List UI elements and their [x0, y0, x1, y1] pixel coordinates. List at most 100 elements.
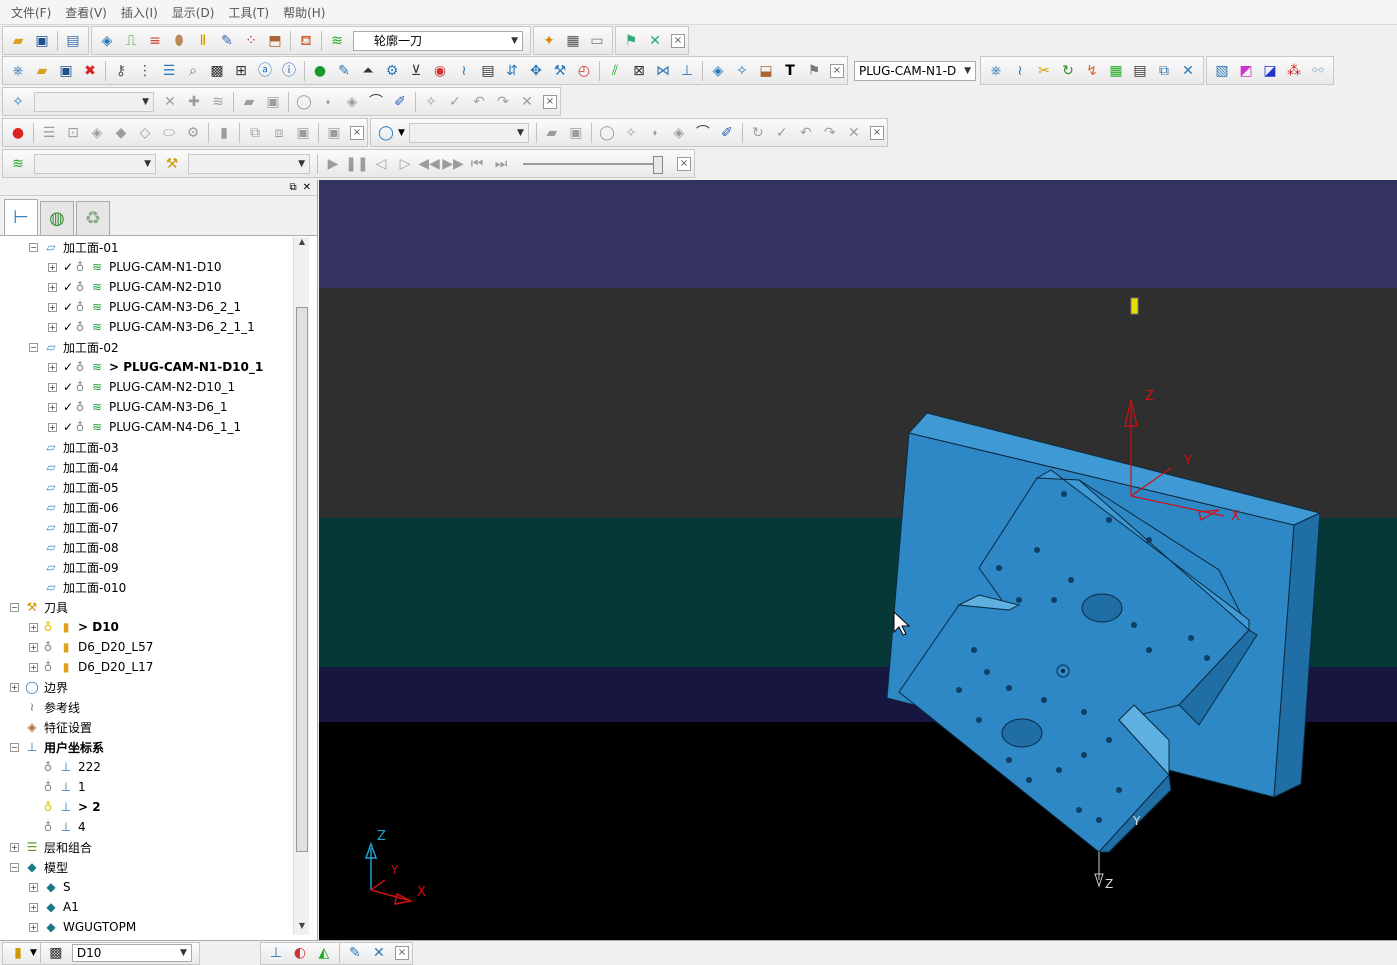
scroll-up-icon[interactable]: ▲: [294, 237, 310, 251]
lightbulb-icon[interactable]: ♁: [75, 259, 85, 275]
leads-links-icon[interactable]: Ⅱ: [192, 30, 214, 52]
tree-scrollbar[interactable]: ▲ ▼: [293, 237, 309, 935]
tree-item[interactable]: + ♁ ▮ > D10: [0, 617, 292, 637]
lightbulb-icon[interactable]: ♁: [75, 319, 85, 335]
tree-item[interactable]: − ▱ 加工面-01: [0, 237, 292, 257]
collapse-icon[interactable]: −: [10, 602, 19, 612]
gear-icon[interactable]: ⚙: [381, 60, 403, 82]
expand-icon[interactable]: +: [48, 402, 57, 412]
tree-item[interactable]: + ◆ WGUGTOPM: [0, 917, 292, 937]
step-forward-icon[interactable]: ▷: [394, 153, 416, 175]
star-icon[interactable]: ✧: [731, 60, 753, 82]
paste-icon[interactable]: ⧈: [268, 122, 290, 144]
expand-icon[interactable]: +: [48, 282, 57, 292]
menu-display[interactable]: 显示(D): [165, 4, 222, 21]
expand-icon[interactable]: +: [29, 922, 38, 932]
save-icon[interactable]: ▣: [565, 122, 587, 144]
shape-icon[interactable]: ◆: [110, 122, 132, 144]
tool-database-icon[interactable]: ⬮: [168, 30, 190, 52]
toolpath-settings-icon[interactable]: ⎈: [7, 60, 29, 82]
lightbulb-icon[interactable]: ♁: [75, 419, 85, 435]
sheet-icon[interactable]: ▤: [1129, 60, 1151, 82]
tree-item[interactable]: ◈ 特征设置: [0, 717, 292, 737]
chain-icon[interactable]: ⚯: [1307, 60, 1329, 82]
expand-icon[interactable]: +: [29, 882, 38, 892]
box-icon[interactable]: ◈: [668, 122, 690, 144]
blocks-icon[interactable]: ◈: [86, 122, 108, 144]
tree-item[interactable]: + ♁ ▮ D6_D20_L17: [0, 657, 292, 677]
open-icon[interactable]: ▰: [541, 122, 563, 144]
curves-icon[interactable]: ≀: [453, 60, 475, 82]
print-icon[interactable]: ▤: [62, 30, 84, 52]
checkmark-icon[interactable]: ✓: [61, 300, 75, 314]
boundary-move-icon[interactable]: ✚: [183, 91, 205, 113]
clip-icon[interactable]: ✂: [1033, 60, 1055, 82]
graphics-viewport[interactable]: Z Y X Y Z Z Y X: [319, 180, 1397, 940]
layers-icon[interactable]: ☰: [38, 122, 60, 144]
strategy-combo[interactable]: 轮廓一刀 ▼: [353, 30, 523, 51]
shaded-tool-icon[interactable]: ◐: [289, 942, 311, 964]
close-toolbar-button[interactable]: ×: [543, 94, 557, 109]
menu-file[interactable]: 文件(F): [4, 4, 58, 21]
tree-item[interactable]: ♁ ⊥ 4: [0, 817, 292, 837]
bar-icon[interactable]: ▮: [213, 122, 235, 144]
undo-icon[interactable]: ↶: [468, 91, 490, 113]
image-icon[interactable]: ▣: [323, 122, 345, 144]
tree-item[interactable]: + ☰ 层和组合: [0, 837, 292, 857]
mesh-icon[interactable]: ⊠: [628, 60, 650, 82]
tree-item[interactable]: ▱ 加工面-05: [0, 477, 292, 497]
expand-icon[interactable]: +: [48, 322, 57, 332]
boundary-icon[interactable]: ✧: [7, 91, 29, 113]
tree-item[interactable]: + ✓ ♁ ≋ PLUG-CAM-N1-D10: [0, 257, 292, 277]
simulation-speed-slider[interactable]: [523, 154, 663, 174]
record-icon[interactable]: ●: [7, 122, 29, 144]
close-toolbar-button[interactable]: ×: [869, 125, 884, 140]
tree-item[interactable]: + ✓ ♁ ≋ PLUG-CAM-N2-D10: [0, 277, 292, 297]
report-icon[interactable]: ▤: [477, 60, 499, 82]
tree-item[interactable]: ≀ 参考线: [0, 697, 292, 717]
checkmark-icon[interactable]: ✓: [61, 400, 75, 414]
block-icon[interactable]: ◈: [96, 30, 118, 52]
end-point-icon[interactable]: ⁘: [240, 30, 262, 52]
tree-item[interactable]: ▱ 加工面-08: [0, 537, 292, 557]
lightbulb-icon[interactable]: ♁: [42, 779, 54, 795]
expand-icon[interactable]: +: [10, 842, 19, 852]
nodes-icon[interactable]: ⁂: [1283, 60, 1305, 82]
boundary-curve-icon[interactable]: ≋: [207, 91, 229, 113]
tab-globe[interactable]: ◍: [40, 201, 74, 235]
tree-item[interactable]: − ▱ 加工面-02: [0, 337, 292, 357]
checkmark-icon[interactable]: ✓: [61, 380, 75, 394]
fast-forward-icon[interactable]: ▶▶: [442, 153, 464, 175]
open-folder-icon[interactable]: ▰: [7, 30, 29, 52]
tree-item[interactable]: ▱ 加工面-04: [0, 457, 292, 477]
info-icon[interactable]: ⓘ: [278, 60, 300, 82]
tilt-icon[interactable]: ⬪: [644, 122, 666, 144]
lightbulb-icon[interactable]: ♁: [42, 619, 54, 635]
shape-icon[interactable]: ◯: [293, 91, 315, 113]
start-point-icon[interactable]: ✎: [216, 30, 238, 52]
rewind-icon[interactable]: ◀◀: [418, 153, 440, 175]
check-icon[interactable]: ✓: [771, 122, 793, 144]
checkmark-icon[interactable]: ✓: [61, 280, 75, 294]
boundary-open-icon[interactable]: ▰: [238, 91, 260, 113]
expand-icon[interactable]: +: [48, 302, 57, 312]
expand-icon[interactable]: +: [48, 382, 57, 392]
ruler-icon[interactable]: ▭: [586, 30, 608, 52]
list-icon[interactable]: ⋮: [134, 60, 156, 82]
menu-tools[interactable]: 工具(T): [221, 4, 276, 21]
tree-item[interactable]: + ✓ ♁ ≋ > PLUG-CAM-N1-D10_1: [0, 357, 292, 377]
tree-item[interactable]: + ✓ ♁ ≋ PLUG-CAM-N3-D6_2_1_1: [0, 317, 292, 337]
curve-edit-icon[interactable]: ⌒: [365, 91, 387, 113]
boundary-combo[interactable]: ▼: [34, 91, 154, 112]
tree-item[interactable]: + ✓ ♁ ≋ PLUG-CAM-N3-D6_1: [0, 397, 292, 417]
tilt-icon[interactable]: ⬪: [317, 91, 339, 113]
tab-tree[interactable]: ⊢: [4, 199, 38, 235]
copy-icon[interactable]: ⧉: [244, 122, 266, 144]
pattern-combo[interactable]: ▼: [408, 122, 529, 143]
lightbulb-icon[interactable]: ♁: [42, 639, 54, 655]
close-toolbar-button[interactable]: ×: [671, 33, 685, 48]
checkmark-icon[interactable]: ✓: [61, 360, 75, 374]
tree-item[interactable]: ▱ 加工面-03: [0, 437, 292, 457]
expand-icon[interactable]: +: [48, 362, 57, 372]
expand-icon[interactable]: +: [48, 262, 57, 272]
